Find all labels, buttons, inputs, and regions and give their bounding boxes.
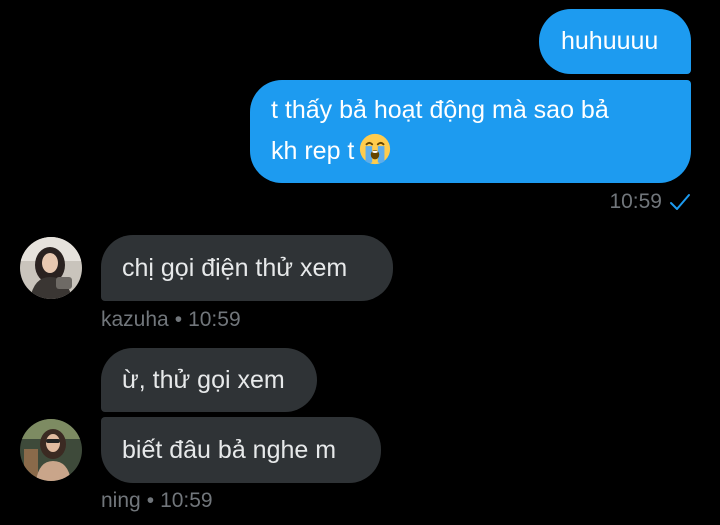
incoming-message-bubble[interactable]: biết đâu bả nghe m [101,417,381,483]
message-text: kh rep t [271,137,355,165]
message-status: 10:59 [609,190,692,214]
timestamp: 10:59 [188,308,241,331]
outgoing-message-bubble[interactable]: huhuuuu [539,9,691,74]
sender-name[interactable]: kazuha [101,308,169,331]
message-text: chị gọi điện thử xem [122,254,348,282]
sender-meta: kazuha • 10:59 [101,308,241,332]
avatar[interactable] [20,419,82,481]
sender-name[interactable]: ning [101,489,141,512]
timestamp: 10:59 [609,190,662,213]
message-text: ừ, thử gọi xem [122,366,285,394]
avatar-photo [20,237,82,299]
avatar-photo [20,419,82,481]
loudly-crying-face-icon [360,133,391,165]
message-text: huhuuuu [561,27,659,55]
incoming-message-bubble[interactable]: ừ, thử gọi xem [101,348,317,412]
separator: • [174,308,183,331]
checkmark-icon [670,194,690,210]
incoming-message-bubble[interactable]: chị gọi điện thử xem [101,235,393,301]
sender-meta: ning • 10:59 [101,489,213,513]
dm-conversation: { "messages": { "outgoing_1": "huhuuuu",… [0,0,720,525]
avatar[interactable] [20,237,82,299]
message-text: biết đâu bả nghe m [122,436,337,464]
outgoing-message-bubble[interactable]: t thấy bả hoạt động mà sao bả kh rep t [250,80,691,183]
timestamp: 10:59 [160,489,213,512]
separator: • [146,489,155,512]
message-text: t thấy bả hoạt động mà sao bả [271,96,609,124]
message-text-line: kh rep t [271,131,671,172]
